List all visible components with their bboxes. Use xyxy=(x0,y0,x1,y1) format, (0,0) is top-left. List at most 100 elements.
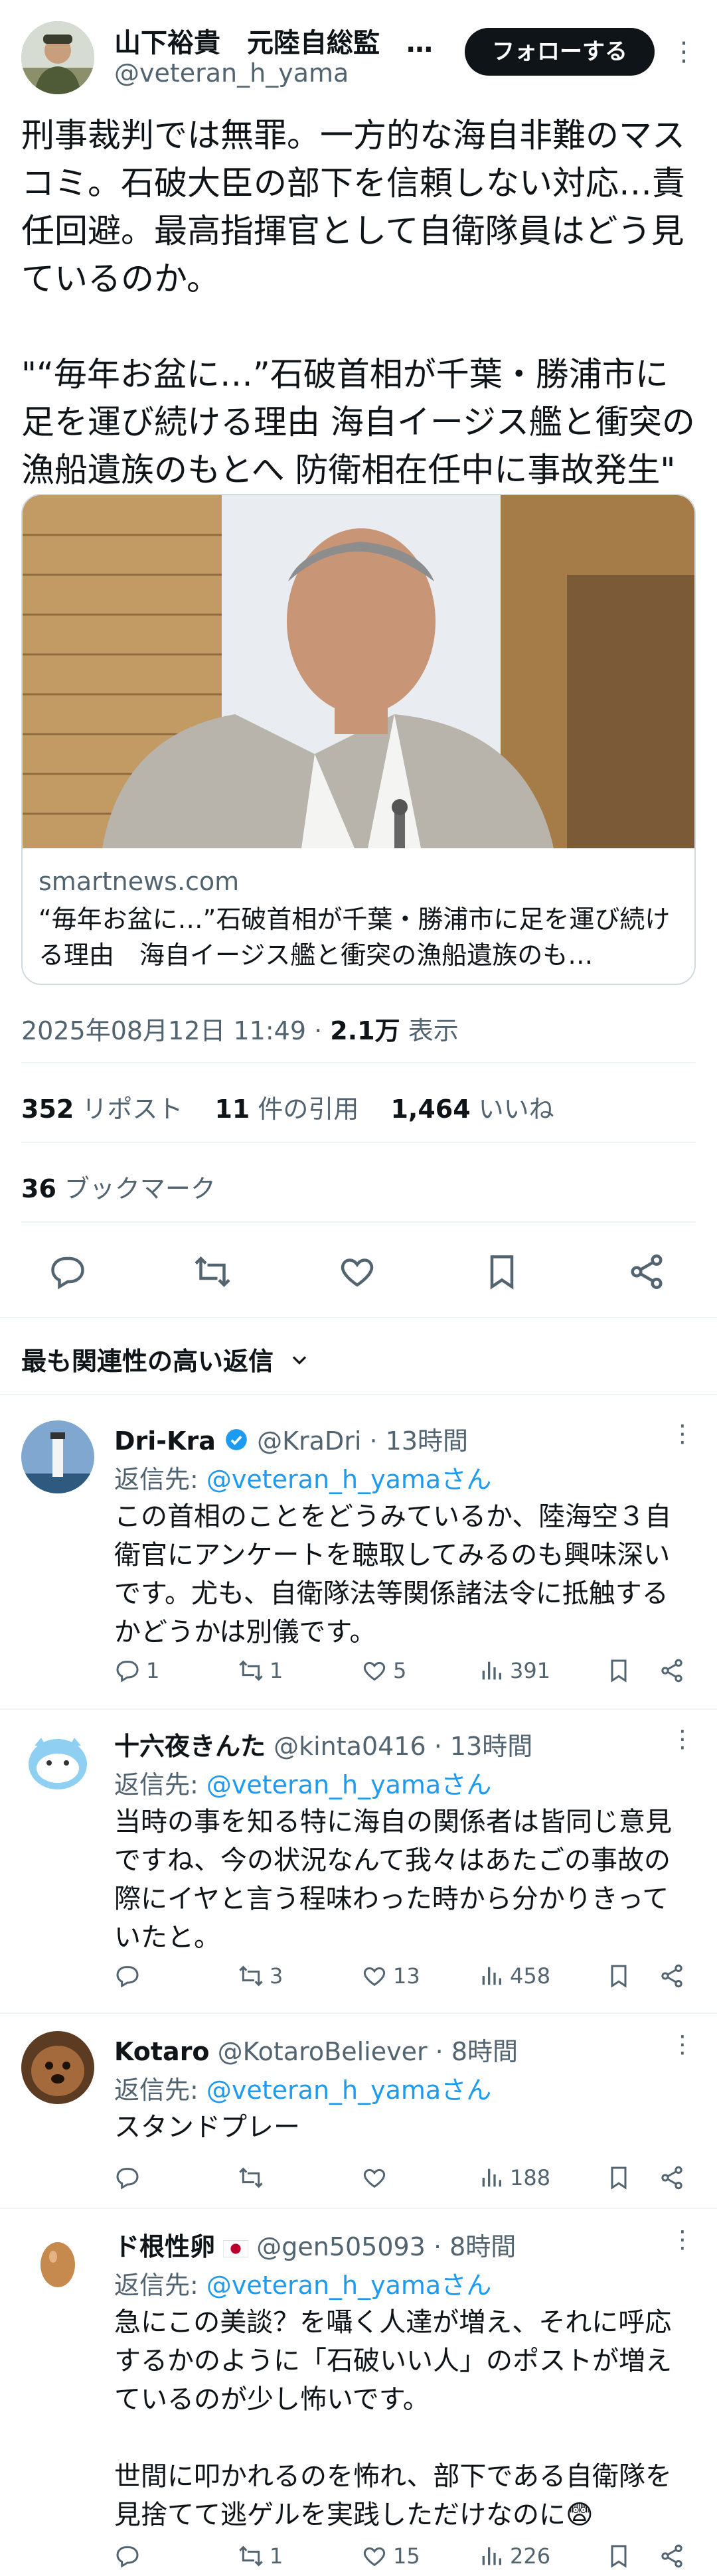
more-options-icon[interactable]: ⋮ xyxy=(671,33,697,70)
reply-author-handle[interactable]: @KotaroBeliever xyxy=(218,2037,428,2066)
reply-author-name[interactable]: Dri-Kra xyxy=(114,1426,216,1456)
reply-to-label: 返信先: xyxy=(114,1770,206,1799)
share-icon[interactable] xyxy=(659,1654,685,1687)
like-count: 5 xyxy=(393,1658,407,1683)
bookmark-icon[interactable] xyxy=(482,1252,528,1298)
bookmark-icon[interactable] xyxy=(605,2539,632,2573)
reply-icon[interactable] xyxy=(114,2539,146,2573)
reply-avatar[interactable] xyxy=(21,1726,94,1799)
reply-header: Kotaro @KotaroBeliever · 8時間 xyxy=(114,2031,518,2068)
bookmark-icon[interactable] xyxy=(605,2161,632,2194)
view-count: 391 xyxy=(510,1658,551,1683)
like-icon[interactable] xyxy=(337,1252,384,1298)
share-icon[interactable] xyxy=(627,1252,673,1298)
view-count: 226 xyxy=(510,2543,551,2569)
reply-action-bar: 188 xyxy=(114,2161,698,2194)
share-icon[interactable] xyxy=(659,2539,685,2573)
repost-count: 1 xyxy=(270,1658,283,1683)
view-count: 188 xyxy=(510,2165,551,2190)
more-options-icon[interactable]: ⋮ xyxy=(671,1726,694,1753)
like-icon[interactable]: 15 xyxy=(361,2539,420,2573)
more-options-icon[interactable]: ⋮ xyxy=(671,1420,694,1448)
post-timestamp[interactable]: 2025年08月12日 11:49 xyxy=(21,1016,306,1045)
reply-author-handle[interactable]: @KraDri xyxy=(257,1426,361,1456)
post-header: 山下裕貴 元陸自総監 … @veteran_h_yama フォローする ⋮ xyxy=(0,0,717,106)
quote-label[interactable]: 件の引用 xyxy=(258,1095,358,1124)
analytics-icon[interactable]: 391 xyxy=(478,1654,550,1687)
verified-icon xyxy=(224,1427,249,1458)
follow-button[interactable]: フォローする xyxy=(465,28,655,76)
reply-action-bar: 1 15 226 xyxy=(114,2539,698,2573)
reply-icon[interactable] xyxy=(48,1252,94,1298)
repost-count[interactable]: 352 xyxy=(21,1095,74,1124)
quote-count[interactable]: 11 xyxy=(214,1095,250,1124)
post-action-bar xyxy=(0,1248,717,1301)
view-count: 458 xyxy=(510,1963,551,1989)
meta-separator: · xyxy=(314,1016,323,1045)
link-card-domain: smartnews.com xyxy=(39,867,240,896)
reply-to: 返信先: @veteran_h_yamaさん xyxy=(114,1764,491,1801)
repost-icon[interactable] xyxy=(238,2161,270,2194)
reply-item[interactable]: Kotaro @KotaroBeliever · 8時間 ⋮ 返信先: @vet… xyxy=(0,2031,717,2190)
reply-author-name[interactable]: 十六夜きんた xyxy=(114,1732,266,1761)
japan-flag-icon xyxy=(222,2234,249,2263)
post-detail-page: 山下裕貴 元陸自総監 … @veteran_h_yama フォローする ⋮ 刑事… xyxy=(0,0,717,2576)
reply-author-name[interactable]: ド根性卵 xyxy=(114,2232,215,2261)
reply-avatar[interactable] xyxy=(21,1420,94,1493)
like-icon[interactable]: 5 xyxy=(361,1654,406,1687)
repost-icon[interactable]: 3 xyxy=(238,1959,283,1993)
reply-to-link[interactable]: @veteran_h_yamaさん xyxy=(206,1465,491,1494)
reply-to-link[interactable]: @veteran_h_yamaさん xyxy=(206,2271,491,2300)
reply-author-handle[interactable]: @kinta0416 xyxy=(274,1732,426,1761)
reply-text: この首相のことをどうみているか、陸海空３自衛官にアンケートを聴取してみるのも興味… xyxy=(114,1501,672,1647)
reply-avatar[interactable] xyxy=(21,2226,94,2299)
reply-item[interactable]: Dri-Kra @KraDri · 13時間 ⋮ 返信先: @veteran_h… xyxy=(0,1420,717,1699)
more-options-icon[interactable]: ⋮ xyxy=(671,2031,694,2058)
analytics-icon[interactable]: 226 xyxy=(478,2539,550,2573)
author-handle[interactable]: @veteran_h_yama xyxy=(114,58,349,88)
bookmark-icon[interactable] xyxy=(605,1654,632,1687)
reply-sort-selector[interactable]: 最も関連性の高い返信 xyxy=(21,1341,311,1378)
reply-text: 当時の事を知る特に海自の関係者は皆同じ意見ですね、今の状況なんて我々はあたごの事… xyxy=(114,1807,672,1953)
analytics-icon[interactable]: 188 xyxy=(478,2161,550,2194)
author-name[interactable]: 山下裕貴 元陸自総監 … xyxy=(114,21,446,60)
repost-label[interactable]: リポスト xyxy=(82,1095,183,1124)
divider xyxy=(21,1062,696,1063)
like-icon[interactable]: 13 xyxy=(361,1959,420,1993)
reply-to-link[interactable]: @veteran_h_yamaさん xyxy=(206,2076,491,2105)
divider xyxy=(0,2208,717,2209)
more-options-icon[interactable]: ⋮ xyxy=(671,2226,694,2253)
reply-author-handle[interactable]: @gen505093 xyxy=(256,2232,426,2261)
author-avatar[interactable] xyxy=(21,21,94,94)
like-icon[interactable] xyxy=(361,2161,393,2194)
reply-action-bar: 3 13 458 xyxy=(114,1959,698,1993)
bookmark-icon[interactable] xyxy=(605,1959,632,1993)
like-count[interactable]: 1,464 xyxy=(390,1095,470,1124)
bookmark-count: 36 xyxy=(21,1174,56,1203)
reply-to-link[interactable]: @veteran_h_yamaさん xyxy=(206,1770,491,1799)
reply-icon[interactable]: 1 xyxy=(114,1654,159,1687)
reply-avatar[interactable] xyxy=(21,2031,94,2104)
analytics-icon[interactable]: 458 xyxy=(478,1959,550,1993)
repost-count: 3 xyxy=(270,1963,283,1989)
reply-to: 返信先: @veteran_h_yamaさん xyxy=(114,1459,491,1495)
link-card[interactable]: smartnews.com “毎年お盆に…”石破首相が千葉・勝浦市に足を運び続け… xyxy=(21,494,696,985)
reply-item[interactable]: 十六夜きんた @kinta0416 · 13時間 ⋮ 返信先: @veteran… xyxy=(0,1726,717,1991)
view-count: 2.1万 xyxy=(330,1016,400,1045)
reply-icon[interactable] xyxy=(114,1959,146,1993)
reply-item[interactable]: ド根性卵 @gen505093 · 8時間 ⋮ 返信先: @veteran_h_… xyxy=(0,2226,717,2576)
repost-count: 1 xyxy=(270,2543,283,2569)
reply-sort-label: 最も関連性の高い返信 xyxy=(21,1347,274,1376)
divider xyxy=(0,1708,717,1710)
reply-to: 返信先: @veteran_h_yamaさん xyxy=(114,2070,491,2106)
repost-icon[interactable]: 1 xyxy=(238,2539,283,2573)
post-meta: 2025年08月12日 11:49 · 2.1万 表示 xyxy=(21,1010,459,1047)
like-label[interactable]: いいね xyxy=(479,1095,554,1124)
reply-icon[interactable] xyxy=(114,2161,146,2194)
reply-to-label: 返信先: xyxy=(114,2271,206,2300)
share-icon[interactable] xyxy=(659,2161,685,2194)
repost-icon[interactable]: 1 xyxy=(238,1654,283,1687)
reply-author-name[interactable]: Kotaro xyxy=(114,2037,210,2066)
share-icon[interactable] xyxy=(659,1959,685,1993)
repost-icon[interactable] xyxy=(193,1252,239,1298)
